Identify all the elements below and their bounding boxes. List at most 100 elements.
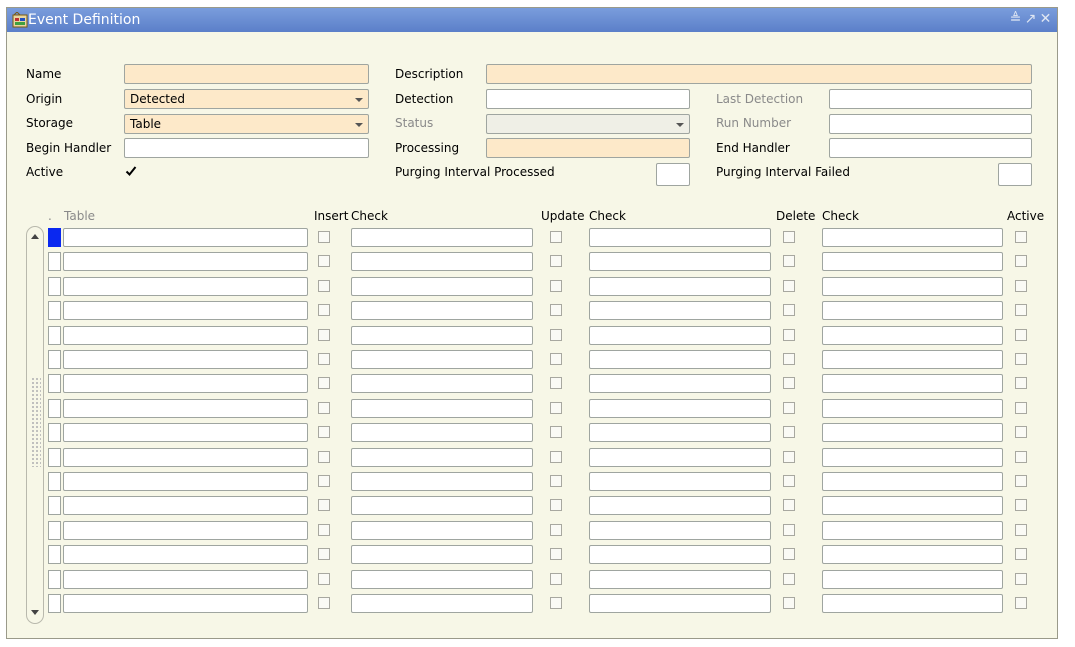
purging-failed-input[interactable]	[998, 163, 1032, 186]
active-row-checkbox[interactable]	[1015, 597, 1027, 609]
delete-checkbox[interactable]	[783, 304, 795, 316]
table-name-input[interactable]	[63, 423, 308, 442]
update-checkbox[interactable]	[550, 524, 562, 536]
active-row-checkbox[interactable]	[1015, 426, 1027, 438]
delete-check-input[interactable]	[822, 496, 1003, 515]
record-selector[interactable]	[48, 594, 61, 613]
update-checkbox[interactable]	[550, 573, 562, 585]
update-checkbox[interactable]	[550, 280, 562, 292]
purging-processed-input[interactable]	[656, 163, 690, 186]
update-check-input[interactable]	[589, 545, 771, 564]
insert-checkbox[interactable]	[318, 402, 330, 414]
table-name-input[interactable]	[63, 545, 308, 564]
insert-checkbox[interactable]	[318, 280, 330, 292]
delete-checkbox[interactable]	[783, 377, 795, 389]
delete-checkbox[interactable]	[783, 475, 795, 487]
record-selector[interactable]	[48, 545, 61, 564]
table-name-input[interactable]	[63, 399, 308, 418]
delete-checkbox[interactable]	[783, 524, 795, 536]
scroll-down-icon[interactable]	[29, 607, 41, 619]
table-name-input[interactable]	[63, 448, 308, 467]
delete-check-input[interactable]	[822, 521, 1003, 540]
active-row-checkbox[interactable]	[1015, 255, 1027, 267]
run-number-input[interactable]	[829, 114, 1032, 134]
delete-check-input[interactable]	[822, 277, 1003, 296]
name-input[interactable]	[124, 64, 369, 84]
active-checkbox[interactable]	[124, 163, 138, 177]
active-row-checkbox[interactable]	[1015, 280, 1027, 292]
update-checkbox[interactable]	[550, 597, 562, 609]
insert-check-input[interactable]	[351, 594, 533, 613]
record-selector[interactable]	[48, 374, 61, 393]
insert-checkbox[interactable]	[318, 524, 330, 536]
delete-checkbox[interactable]	[783, 499, 795, 511]
insert-check-input[interactable]	[351, 423, 533, 442]
delete-check-input[interactable]	[822, 448, 1003, 467]
active-row-checkbox[interactable]	[1015, 231, 1027, 243]
update-checkbox[interactable]	[550, 548, 562, 560]
record-selector[interactable]	[48, 228, 61, 247]
record-selector[interactable]	[48, 252, 61, 271]
record-selector[interactable]	[48, 496, 61, 515]
update-check-input[interactable]	[589, 399, 771, 418]
insert-check-input[interactable]	[351, 301, 533, 320]
delete-check-input[interactable]	[822, 399, 1003, 418]
insert-check-input[interactable]	[351, 521, 533, 540]
delete-check-input[interactable]	[822, 301, 1003, 320]
record-selector[interactable]	[48, 350, 61, 369]
insert-check-input[interactable]	[351, 374, 533, 393]
active-row-checkbox[interactable]	[1015, 548, 1027, 560]
table-name-input[interactable]	[63, 228, 308, 247]
update-check-input[interactable]	[589, 277, 771, 296]
record-selector[interactable]	[48, 423, 61, 442]
record-selector[interactable]	[48, 301, 61, 320]
delete-checkbox[interactable]	[783, 426, 795, 438]
insert-checkbox[interactable]	[318, 475, 330, 487]
record-selector[interactable]	[48, 326, 61, 345]
update-check-input[interactable]	[589, 570, 771, 589]
insert-check-input[interactable]	[351, 545, 533, 564]
update-check-input[interactable]	[589, 228, 771, 247]
update-checkbox[interactable]	[550, 329, 562, 341]
update-checkbox[interactable]	[550, 499, 562, 511]
active-row-checkbox[interactable]	[1015, 329, 1027, 341]
scroll-up-icon[interactable]	[29, 231, 41, 243]
insert-checkbox[interactable]	[318, 304, 330, 316]
insert-check-input[interactable]	[351, 350, 533, 369]
delete-checkbox[interactable]	[783, 353, 795, 365]
detection-input[interactable]	[486, 89, 690, 109]
insert-checkbox[interactable]	[318, 573, 330, 585]
record-selector[interactable]	[48, 448, 61, 467]
insert-checkbox[interactable]	[318, 597, 330, 609]
delete-check-input[interactable]	[822, 594, 1003, 613]
close-icon[interactable]: ✕	[1039, 11, 1052, 27]
grid-scrollbar[interactable]	[26, 226, 44, 624]
processing-input[interactable]	[486, 138, 690, 158]
update-checkbox[interactable]	[550, 231, 562, 243]
title-bar[interactable]: Event Definition ≜ ↗ ✕	[7, 8, 1057, 32]
active-row-checkbox[interactable]	[1015, 499, 1027, 511]
update-checkbox[interactable]	[550, 353, 562, 365]
insert-checkbox[interactable]	[318, 353, 330, 365]
delete-check-input[interactable]	[822, 374, 1003, 393]
insert-check-input[interactable]	[351, 228, 533, 247]
update-check-input[interactable]	[589, 496, 771, 515]
origin-select[interactable]: Detected	[124, 89, 369, 109]
update-checkbox[interactable]	[550, 426, 562, 438]
insert-check-input[interactable]	[351, 277, 533, 296]
delete-check-input[interactable]	[822, 423, 1003, 442]
scroll-grip[interactable]	[31, 377, 41, 467]
record-selector[interactable]	[48, 399, 61, 418]
update-check-input[interactable]	[589, 521, 771, 540]
insert-checkbox[interactable]	[318, 377, 330, 389]
update-check-input[interactable]	[589, 594, 771, 613]
storage-select[interactable]: Table	[124, 114, 369, 134]
update-check-input[interactable]	[589, 350, 771, 369]
delete-checkbox[interactable]	[783, 451, 795, 463]
insert-checkbox[interactable]	[318, 548, 330, 560]
table-name-input[interactable]	[63, 594, 308, 613]
insert-checkbox[interactable]	[318, 329, 330, 341]
table-name-input[interactable]	[63, 521, 308, 540]
insert-check-input[interactable]	[351, 326, 533, 345]
active-row-checkbox[interactable]	[1015, 353, 1027, 365]
